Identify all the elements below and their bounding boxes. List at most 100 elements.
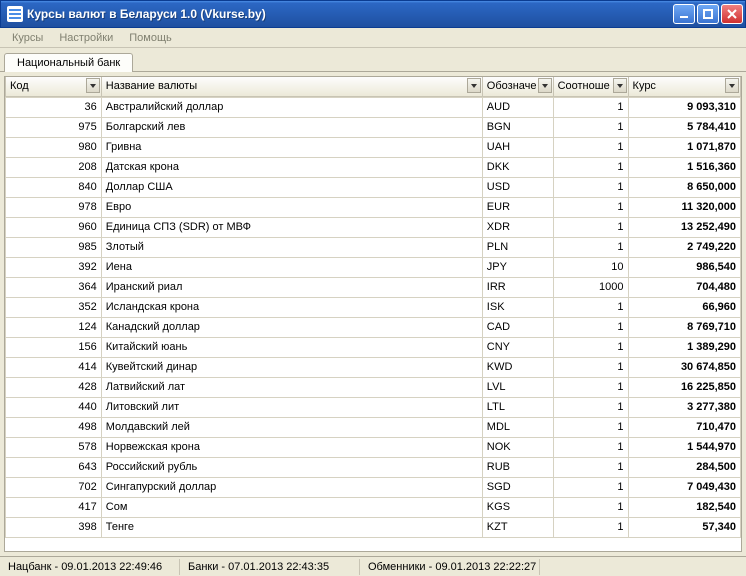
table-row[interactable]: 980ГривнаUAH11 071,870 xyxy=(6,137,741,157)
close-button[interactable] xyxy=(721,4,743,24)
table-body-scroll[interactable]: 36Австралийский долларAUD19 093,310975Бо… xyxy=(5,97,741,552)
minimize-button[interactable] xyxy=(673,4,695,24)
cell-name: Сингапурский доллар xyxy=(101,477,482,497)
cell-rate: 3 277,380 xyxy=(628,397,740,417)
filter-dropdown-icon[interactable] xyxy=(467,78,481,93)
cell-rate: 16 225,850 xyxy=(628,377,740,397)
table-container: Код Название валюты Обозначе Соотноше Ку… xyxy=(4,76,742,552)
tab-national-bank[interactable]: Национальный банк xyxy=(4,53,133,72)
cell-rate: 2 749,220 xyxy=(628,237,740,257)
menu-item-settings[interactable]: Настройки xyxy=(51,30,121,46)
col-header-code[interactable]: Код xyxy=(6,77,102,96)
cell-ratio: 1 xyxy=(553,377,628,397)
status-nacbank: Нацбанк - 09.01.2013 22:49:46 xyxy=(0,559,180,575)
cell-rate: 8 769,710 xyxy=(628,317,740,337)
cell-ratio: 1 xyxy=(553,117,628,137)
cell-ratio: 1 xyxy=(553,457,628,477)
cell-ratio: 1000 xyxy=(553,277,628,297)
table-row[interactable]: 428Латвийский латLVL116 225,850 xyxy=(6,377,741,397)
cell-symbol: SGD xyxy=(482,477,553,497)
table-row[interactable]: 578Норвежская кронаNOK11 544,970 xyxy=(6,437,741,457)
cell-code: 578 xyxy=(6,437,102,457)
cell-symbol: KWD xyxy=(482,357,553,377)
table-row[interactable]: 36Австралийский долларAUD19 093,310 xyxy=(6,97,741,117)
table-row[interactable]: 208Датская кронаDKK11 516,360 xyxy=(6,157,741,177)
table-row[interactable]: 398ТенгеKZT157,340 xyxy=(6,517,741,537)
col-header-symbol[interactable]: Обозначе xyxy=(482,77,553,96)
cell-code: 398 xyxy=(6,517,102,537)
cell-ratio: 1 xyxy=(553,437,628,457)
cell-rate: 1 071,870 xyxy=(628,137,740,157)
filter-dropdown-icon[interactable] xyxy=(613,78,627,93)
cell-code: 208 xyxy=(6,157,102,177)
table-row[interactable]: 352Исландская кронаISK166,960 xyxy=(6,297,741,317)
cell-ratio: 1 xyxy=(553,397,628,417)
cell-rate: 182,540 xyxy=(628,497,740,517)
status-bar: Нацбанк - 09.01.2013 22:49:46 Банки - 07… xyxy=(0,556,746,576)
cell-symbol: LVL xyxy=(482,377,553,397)
cell-rate: 1 389,290 xyxy=(628,337,740,357)
cell-rate: 66,960 xyxy=(628,297,740,317)
header-table: Код Название валюты Обозначе Соотноше Ку… xyxy=(5,77,741,97)
app-icon xyxy=(7,6,23,22)
cell-code: 440 xyxy=(6,397,102,417)
cell-name: Канадский доллар xyxy=(101,317,482,337)
cell-code: 643 xyxy=(6,457,102,477)
table-row[interactable]: 978ЕвроEUR111 320,000 xyxy=(6,197,741,217)
cell-rate: 30 674,850 xyxy=(628,357,740,377)
table-row[interactable]: 840Доллар СШАUSD18 650,000 xyxy=(6,177,741,197)
cell-ratio: 1 xyxy=(553,157,628,177)
cell-code: 392 xyxy=(6,257,102,277)
table-row[interactable]: 498Молдавский лейMDL1710,470 xyxy=(6,417,741,437)
cell-ratio: 1 xyxy=(553,517,628,537)
maximize-button[interactable] xyxy=(697,4,719,24)
cell-name: Литовский лит xyxy=(101,397,482,417)
cell-name: Исландская крона xyxy=(101,297,482,317)
filter-dropdown-icon[interactable] xyxy=(86,78,100,93)
cell-rate: 986,540 xyxy=(628,257,740,277)
table-row[interactable]: 960Единица СПЗ (SDR) от МВФXDR113 252,49… xyxy=(6,217,741,237)
table-row[interactable]: 364Иранский риалIRR1000704,480 xyxy=(6,277,741,297)
col-header-ratio[interactable]: Соотноше xyxy=(553,77,628,96)
table-row[interactable]: 975Болгарский левBGN15 784,410 xyxy=(6,117,741,137)
cell-code: 702 xyxy=(6,477,102,497)
cell-symbol: CNY xyxy=(482,337,553,357)
menu-item-rates[interactable]: Курсы xyxy=(4,30,51,46)
cell-ratio: 1 xyxy=(553,217,628,237)
cell-name: Кувейтский динар xyxy=(101,357,482,377)
tab-bar: Национальный банк xyxy=(0,48,746,72)
col-header-ratio-label: Соотноше xyxy=(558,80,610,92)
cell-symbol: LTL xyxy=(482,397,553,417)
cell-code: 352 xyxy=(6,297,102,317)
cell-symbol: XDR xyxy=(482,217,553,237)
cell-ratio: 1 xyxy=(553,497,628,517)
cell-code: 978 xyxy=(6,197,102,217)
table-row[interactable]: 643Российский рубльRUB1284,500 xyxy=(6,457,741,477)
cell-rate: 7 049,430 xyxy=(628,477,740,497)
table-row[interactable]: 440Литовский литLTL13 277,380 xyxy=(6,397,741,417)
filter-dropdown-icon[interactable] xyxy=(725,78,739,93)
table-row[interactable]: 417СомKGS1182,540 xyxy=(6,497,741,517)
cell-name: Австралийский доллар xyxy=(101,97,482,117)
col-header-rate[interactable]: Курс xyxy=(628,77,740,96)
col-header-name[interactable]: Название валюты xyxy=(101,77,482,96)
menu-item-help[interactable]: Помощь xyxy=(121,30,180,46)
filter-dropdown-icon[interactable] xyxy=(538,78,552,93)
cell-symbol: EUR xyxy=(482,197,553,217)
col-header-rate-label: Курс xyxy=(633,80,656,92)
cell-ratio: 1 xyxy=(553,237,628,257)
table-row[interactable]: 156Китайский юаньCNY11 389,290 xyxy=(6,337,741,357)
cell-name: Доллар США xyxy=(101,177,482,197)
table-row[interactable]: 985ЗлотыйPLN12 749,220 xyxy=(6,237,741,257)
cell-name: Молдавский лей xyxy=(101,417,482,437)
cell-symbol: MDL xyxy=(482,417,553,437)
table-row[interactable]: 124Канадский долларCAD18 769,710 xyxy=(6,317,741,337)
table-row[interactable]: 392ИенаJPY10986,540 xyxy=(6,257,741,277)
cell-symbol: ISK xyxy=(482,297,553,317)
cell-symbol: KGS xyxy=(482,497,553,517)
table-row[interactable]: 702Сингапурский долларSGD17 049,430 xyxy=(6,477,741,497)
title-bar: Курсы валют в Беларуси 1.0 (Vkurse.by) xyxy=(0,0,746,28)
cell-rate: 710,470 xyxy=(628,417,740,437)
cell-name: Российский рубль xyxy=(101,457,482,477)
table-row[interactable]: 414Кувейтский динарKWD130 674,850 xyxy=(6,357,741,377)
